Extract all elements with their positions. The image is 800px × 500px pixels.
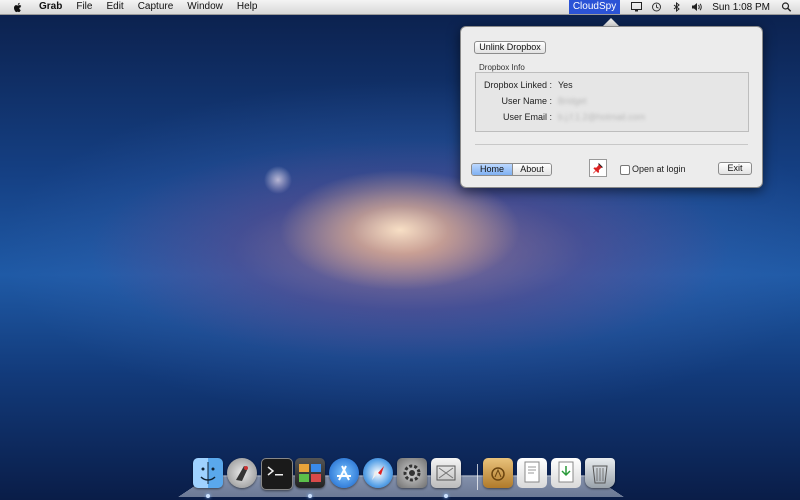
system-preferences-icon[interactable] [397, 458, 427, 488]
menu-bar: Grab File Edit Capture Window Help Cloud… [0, 0, 800, 15]
pin-icon[interactable] [589, 159, 607, 177]
terminal-icon[interactable] [261, 458, 293, 490]
menu-file[interactable]: File [76, 0, 92, 14]
dropbox-linked-value: Yes [558, 80, 573, 90]
menu-app-grab[interactable]: Grab [39, 0, 62, 14]
tab-home[interactable]: Home [472, 164, 513, 175]
user-email-label: User Email : [502, 112, 552, 122]
dock-separator [477, 464, 478, 490]
user-email-value: b.j.f.1.2@hotmail.com [558, 112, 646, 122]
grab-icon[interactable] [431, 458, 461, 488]
menu-capture[interactable]: Capture [138, 0, 174, 14]
app-store-icon[interactable] [329, 458, 359, 488]
dropbox-info-title: Dropbox Info [479, 63, 525, 72]
photo-browser-running-indicator [308, 494, 312, 498]
user-name-value: Bridget [558, 96, 587, 106]
volume-icon[interactable] [689, 0, 703, 14]
exit-button[interactable]: Exit [718, 162, 752, 175]
dropbox-linked-label: Dropbox Linked : [483, 80, 552, 90]
spotlight-icon[interactable] [778, 0, 794, 14]
home-about-tabs: Home About [471, 163, 552, 176]
popover-divider [475, 144, 748, 145]
finder-icon[interactable] [193, 458, 223, 488]
launchpad-icon[interactable] [227, 458, 257, 488]
info-row-email: User Email : b.j.f.1.2@hotmail.com [476, 112, 748, 124]
dropbox-info-box: Dropbox Linked : Yes User Name : Bridget… [475, 72, 749, 132]
applications-folder-icon[interactable] [483, 458, 513, 488]
documents-stack-icon[interactable] [517, 458, 547, 488]
trash-icon[interactable] [585, 458, 615, 488]
cloudspy-popover: Unlink Dropbox Dropbox Info Dropbox Link… [460, 26, 763, 188]
display-icon[interactable] [629, 0, 643, 14]
user-name-label: User Name : [501, 96, 552, 106]
bluetooth-icon[interactable] [669, 0, 683, 14]
menu-help[interactable]: Help [237, 0, 258, 14]
dock [190, 458, 620, 498]
photo-browser-icon[interactable] [295, 458, 325, 488]
open-at-login-checkbox[interactable] [620, 165, 630, 175]
safari-icon[interactable] [363, 458, 393, 488]
time-machine-icon[interactable] [649, 0, 663, 14]
info-row-linked: Dropbox Linked : Yes [476, 80, 748, 92]
menu-edit[interactable]: Edit [106, 0, 123, 14]
info-row-username: User Name : Bridget [476, 96, 748, 108]
menu-window[interactable]: Window [187, 0, 223, 14]
finder-running-indicator [206, 494, 210, 498]
downloads-stack-icon[interactable] [551, 458, 581, 488]
cloudspy-menu-extra[interactable]: CloudSpy [568, 0, 621, 14]
tab-about[interactable]: About [513, 164, 551, 175]
unlink-dropbox-button[interactable]: Unlink Dropbox [474, 41, 546, 54]
menu-clock[interactable]: Sun 1:08 PM [712, 2, 770, 13]
apple-menu-icon[interactable] [11, 0, 25, 14]
grab-running-indicator [444, 494, 448, 498]
open-at-login-label: Open at login [632, 164, 686, 174]
